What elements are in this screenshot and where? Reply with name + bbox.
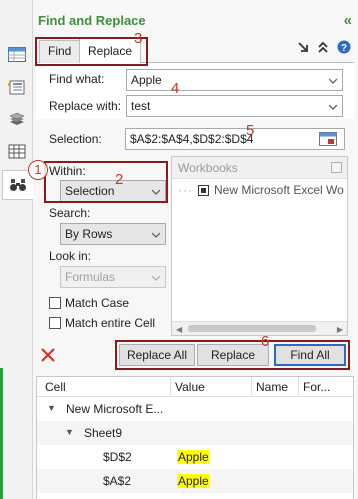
replace-with-value: test xyxy=(131,99,151,113)
scroll-right-icon[interactable]: ▶ xyxy=(337,325,343,334)
workbook-checkbox[interactable] xyxy=(198,184,209,196)
look-in-label: Look in: xyxy=(49,249,92,263)
annotation-6: 6 xyxy=(261,333,270,350)
replace-with-label: Replace with: xyxy=(49,99,122,113)
results-grid: Cell Value Name For... ▼ New Microsoft E… xyxy=(36,376,354,499)
red-x-icon xyxy=(41,348,55,362)
find-what-label: Find what: xyxy=(49,72,105,86)
workbooks-header: Workbooks xyxy=(172,157,347,179)
arrow-down-right-icon[interactable] xyxy=(297,41,309,56)
range-select-icon[interactable] xyxy=(317,130,339,148)
workbook-item-label: New Microsoft Excel Wo xyxy=(214,183,344,197)
column-cell[interactable]: Cell xyxy=(45,380,66,394)
cell-address: $D$2 xyxy=(103,450,132,464)
column-formula[interactable]: For... xyxy=(303,380,330,394)
find-replace-panel: Find and Replace « Find Replace ? Find w… xyxy=(33,0,358,499)
selection-label: Selection: xyxy=(49,132,102,146)
double-chevron-left-icon[interactable]: « xyxy=(344,12,352,29)
column-value[interactable]: Value xyxy=(175,380,205,394)
select-all-checkbox[interactable] xyxy=(331,162,342,173)
search-label: Search: xyxy=(49,206,91,220)
annotation-box-buttons xyxy=(115,340,350,370)
annotation-box-within xyxy=(44,161,168,203)
icon-rail xyxy=(0,0,33,499)
columns-grid-icon[interactable] xyxy=(4,139,30,163)
worksheet-icon[interactable] xyxy=(4,42,30,66)
selection-input[interactable]: $A$2:$A$4,$D$2:$D$4 xyxy=(125,128,345,150)
chevron-down-icon[interactable] xyxy=(152,231,160,239)
name-manager-icon[interactable] xyxy=(4,75,30,99)
look-in-select: Formulas xyxy=(60,266,166,288)
annotation-box-tabs xyxy=(35,37,148,66)
search-select[interactable]: By Rows xyxy=(60,223,166,245)
cell-value: Apple xyxy=(177,450,210,464)
workbooks-header-label: Workbooks xyxy=(178,161,238,175)
workbook-item[interactable]: ··· New Microsoft Excel Wo xyxy=(178,183,344,197)
scrollbar-thumb[interactable] xyxy=(188,325,316,332)
table-row[interactable]: $D$2 Apple xyxy=(37,445,353,469)
cell-value: Apple xyxy=(177,474,210,488)
match-case-label: Match Case xyxy=(65,296,130,310)
workbook-row[interactable]: ▼ New Microsoft E... xyxy=(37,397,353,421)
annotation-4: 4 xyxy=(171,80,180,97)
replace-with-input[interactable]: test xyxy=(126,95,343,117)
search-value: By Rows xyxy=(65,227,113,241)
scroll-left-icon[interactable]: ◀ xyxy=(176,325,182,334)
column-name[interactable]: Name xyxy=(256,380,288,394)
accent-bar xyxy=(0,368,3,499)
workbook-name: New Microsoft E... xyxy=(66,402,164,416)
checkbox-box[interactable] xyxy=(49,297,61,309)
find-replace-fields: Find what: Apple Replace with: test xyxy=(36,63,354,119)
results-header: Cell Value Name For... xyxy=(37,377,353,397)
find-what-input[interactable]: Apple xyxy=(126,69,343,91)
expand-arrow-icon[interactable]: ▼ xyxy=(47,403,56,413)
find-what-value: Apple xyxy=(131,73,162,87)
chevron-down-icon xyxy=(152,275,160,281)
cell-address: $A$2 xyxy=(103,474,132,488)
help-icon[interactable]: ? xyxy=(337,40,351,57)
selection-value: $A$2:$A$4,$D$2:$D$4 xyxy=(130,132,254,146)
tab-toolbar: ? xyxy=(297,40,351,57)
layers-icon[interactable] xyxy=(4,107,30,131)
chevron-down-icon[interactable] xyxy=(329,77,337,85)
table-row[interactable]: $A$2 Apple xyxy=(37,469,353,493)
match-entire-cell-checkbox[interactable]: Match entire Cell xyxy=(49,316,155,330)
sheet-name: Sheet9 xyxy=(84,426,123,440)
svg-text:?: ? xyxy=(341,43,347,54)
workbooks-list: Workbooks ··· New Microsoft Excel Wo ◀ ▶ xyxy=(171,156,348,336)
match-entire-cell-label: Match entire Cell xyxy=(65,316,156,330)
chevron-down-icon[interactable] xyxy=(329,103,337,111)
match-case-checkbox[interactable]: Match Case xyxy=(49,296,129,310)
annotation-5: 5 xyxy=(246,122,255,139)
annotation-3: 3 xyxy=(134,30,143,47)
clear-results-button[interactable] xyxy=(36,344,60,366)
annotation-1: 1 xyxy=(28,160,48,180)
tree-line: ··· xyxy=(178,183,193,197)
collapse-up-icon[interactable] xyxy=(317,41,329,56)
checkbox-box[interactable] xyxy=(49,317,61,329)
look-in-value: Formulas xyxy=(65,270,116,284)
sheet-row[interactable]: ▼ Sheet9 xyxy=(37,421,353,445)
panel-title: Find and Replace xyxy=(38,13,146,28)
expand-arrow-icon[interactable]: ▼ xyxy=(65,427,74,437)
horizontal-scrollbar[interactable]: ◀ ▶ xyxy=(172,321,347,335)
annotation-2: 2 xyxy=(115,171,124,188)
